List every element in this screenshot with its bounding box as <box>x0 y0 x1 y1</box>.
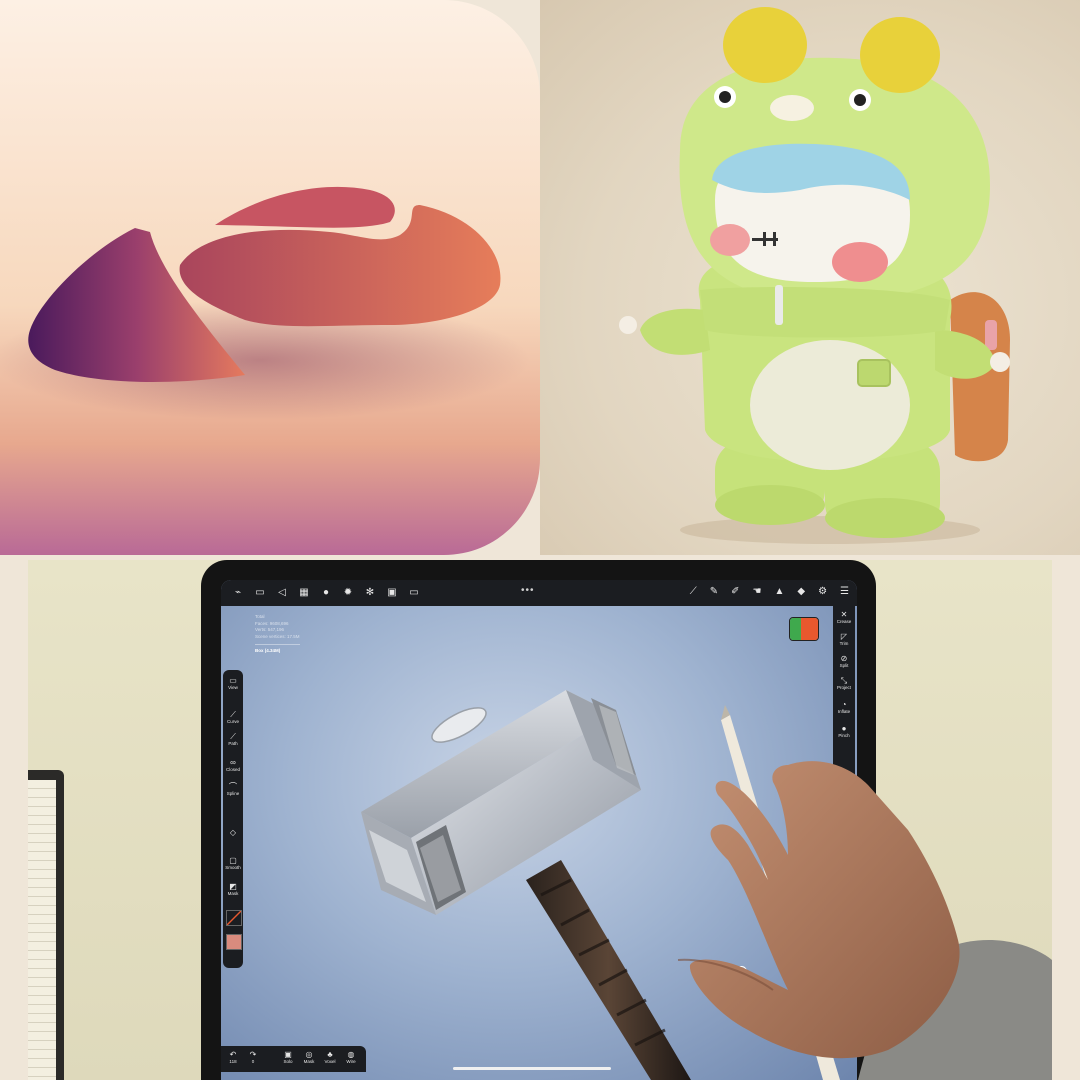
hand-with-pencil-illustration <box>677 705 1052 1080</box>
nomad-sculpt-app-icon <box>0 0 540 555</box>
ipad-photo: ⌁ ▭ ◁ ▦ ● ✹ ✻ ▣ ▭ ••• ⟋ ✎ ✐ ☚ ▲ ◆ ⚙ ☰ To… <box>28 560 1052 1080</box>
frog-hoodie-character-illustration <box>619 7 1010 544</box>
app-logo-shape <box>0 186 530 420</box>
figurine-render <box>540 0 1080 555</box>
